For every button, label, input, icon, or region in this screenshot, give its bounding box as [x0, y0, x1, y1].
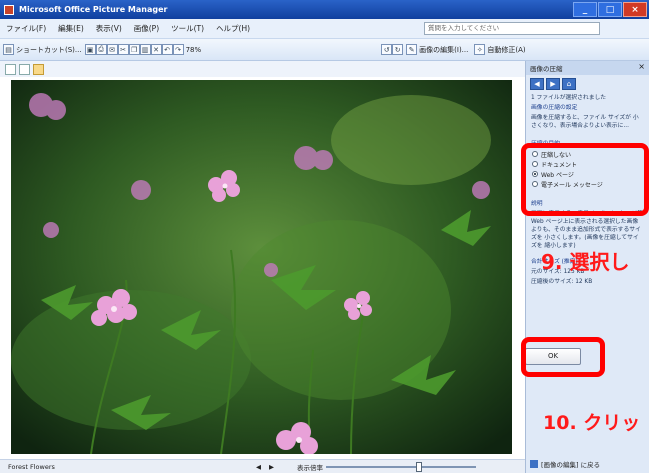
status-bar: Forest Flowers ◀ ▶ 表示倍率	[0, 459, 525, 473]
next-picture-button[interactable]: ▶	[269, 463, 274, 471]
picture-manager-icon	[4, 4, 14, 15]
copy-icon[interactable]: ❐	[128, 44, 140, 55]
forward-arrow-icon[interactable]: ▶	[546, 78, 560, 90]
taskpane-header: 画像の圧縮 ×	[526, 61, 649, 75]
flower-photo	[11, 80, 512, 454]
standard-toolbar: ▤ ショートカット(S)... ▣ ⎙ ✉ ✂ ❐ ▥ ✕ ↶ ↷ 78% ↺ …	[0, 39, 649, 61]
highlight-compress-options	[521, 143, 649, 216]
taskpane-close-icon[interactable]: ×	[638, 62, 645, 71]
rotate-left-icon[interactable]: ↺	[381, 44, 393, 55]
annotation-step10: 10. クリッ	[543, 412, 641, 434]
back-arrow-icon[interactable]: ◀	[530, 78, 544, 90]
autofix-icon: ✧	[474, 44, 486, 55]
paste-icon[interactable]: ▥	[139, 44, 151, 55]
annotation-step9: 9. 選択し	[541, 250, 630, 274]
edit-picture-icon: ✎	[406, 44, 418, 55]
previous-picture-button[interactable]: ◀	[256, 463, 261, 471]
autofix-button[interactable]: ✧ 自動修正(A)	[471, 44, 528, 55]
menu-help[interactable]: ヘルプ(H)	[210, 23, 256, 34]
save-icon[interactable]: ▣	[84, 44, 96, 55]
filmstrip-view-icon[interactable]	[19, 63, 30, 75]
back-to-edit-label: [画像の編集] に戻る	[541, 461, 601, 469]
cut-icon[interactable]: ✂	[117, 44, 129, 55]
menu-edit[interactable]: 編集(E)	[52, 23, 90, 34]
zoom-label: 表示倍率	[297, 463, 323, 472]
single-view-icon[interactable]	[33, 63, 44, 75]
edit-pane-icon	[530, 460, 538, 468]
selected-count-text: 1 ファイルが選択されました	[531, 95, 607, 101]
picture-preview	[11, 80, 512, 454]
minimize-button[interactable]: _	[573, 2, 597, 17]
menu-picture[interactable]: 画像(P)	[128, 23, 165, 34]
rotate-right-icon[interactable]: ↻	[392, 44, 404, 55]
settings-heading: 画像の圧縮の設定	[531, 105, 578, 111]
menu-view[interactable]: 表示(V)	[90, 23, 128, 34]
compressed-size: 圧縮後のサイズ: 12 KB	[531, 279, 593, 285]
undo-icon[interactable]: ↶	[161, 44, 173, 55]
print-icon[interactable]: ⎙	[95, 44, 107, 55]
highlight-ok-button	[521, 337, 605, 377]
zoom-slider[interactable]	[326, 461, 476, 472]
title-bar: Microsoft Office Picture Manager _ □ ×	[0, 0, 649, 19]
close-button[interactable]: ×	[623, 2, 647, 17]
menu-tools[interactable]: ツール(T)	[165, 23, 210, 34]
taskpane-title: 画像の圧縮	[530, 65, 563, 73]
zoom-slider-thumb[interactable]	[416, 461, 422, 472]
settings-description: 画像を圧縮すると、ファイル サイズが 小さくなり、表示場合よりよい表示に...	[531, 115, 639, 129]
zoom-value[interactable]: 78%	[186, 46, 202, 54]
thumbnail-view-icon[interactable]	[5, 63, 16, 75]
menu-file[interactable]: ファイル(F)	[0, 23, 52, 34]
window-title: Microsoft Office Picture Manager	[19, 5, 168, 14]
email-icon[interactable]: ✉	[106, 44, 118, 55]
view-mode-bar	[0, 61, 525, 77]
shortcut-icon: ▤	[3, 44, 14, 55]
home-icon[interactable]: ⌂	[562, 78, 576, 90]
back-to-edit-link[interactable]: [画像の編集] に戻る	[530, 459, 600, 469]
maximize-button[interactable]: □	[598, 2, 622, 17]
edit-pictures-button[interactable]: ✎ 画像の編集(I)...	[403, 44, 471, 55]
redo-icon[interactable]: ↷	[172, 44, 184, 55]
status-filename: Forest Flowers	[8, 462, 55, 471]
menu-bar: ファイル(F) 編集(E) 表示(V) 画像(P) ツール(T) ヘルプ(H) …	[0, 19, 649, 39]
autofix-label: 自動修正(A)	[487, 45, 526, 54]
delete-icon[interactable]: ✕	[150, 44, 162, 55]
shortcut-button[interactable]: ▤ ショートカット(S)...	[0, 44, 85, 55]
shortcut-label: ショートカット(S)...	[16, 45, 82, 54]
help-search-input[interactable]: 質問を入力してください	[424, 22, 600, 35]
edit-pictures-label: 画像の編集(I)...	[419, 45, 469, 54]
